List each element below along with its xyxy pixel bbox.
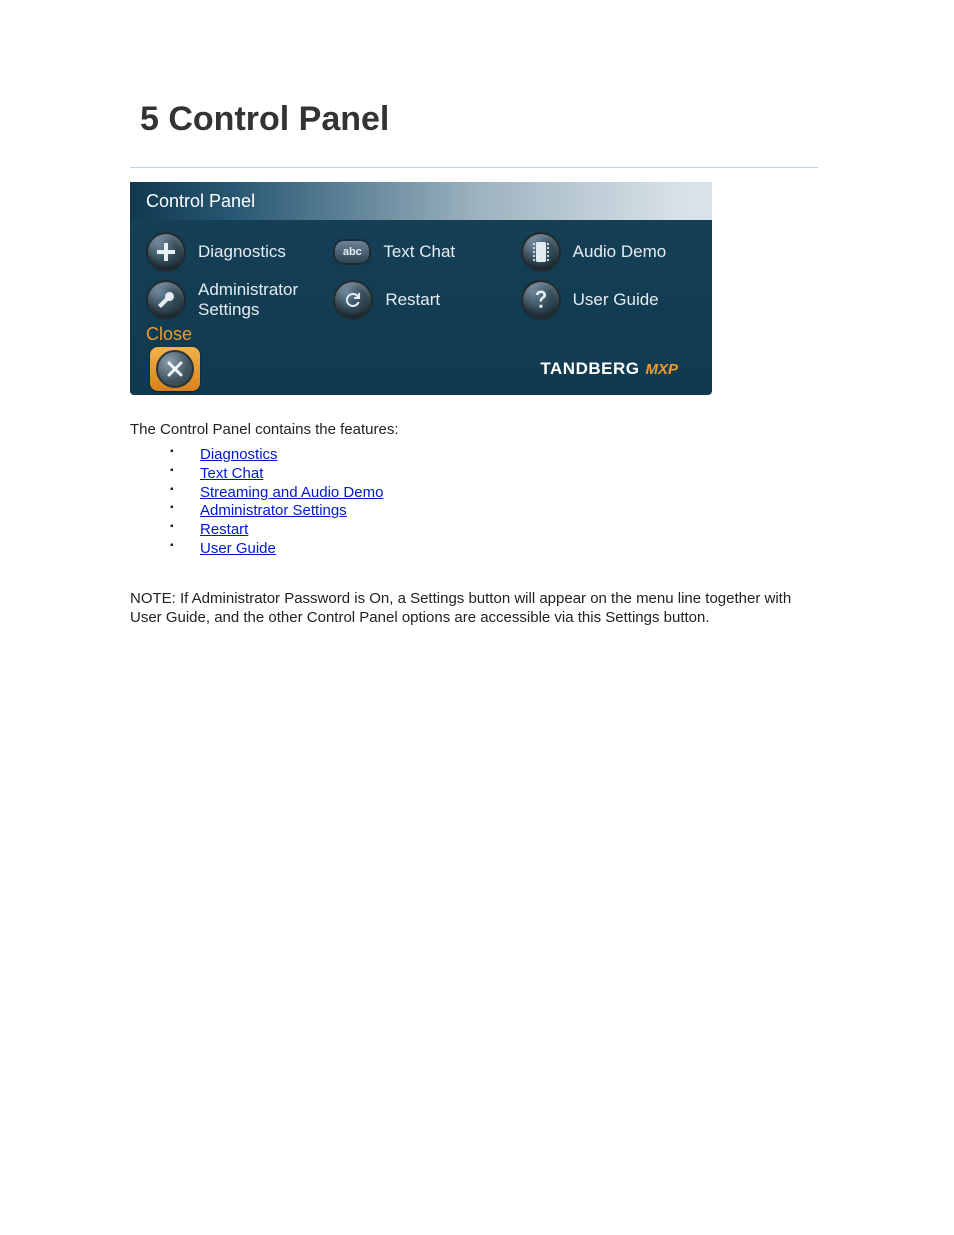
control-panel-title: Control Panel	[146, 191, 255, 212]
panel-item-label: Diagnostics	[198, 242, 286, 262]
close-section: Close TANDBERG MXP	[140, 324, 702, 391]
film-icon	[521, 232, 561, 272]
control-panel-header: Control Panel	[130, 182, 712, 220]
link-restart[interactable]: Restart	[200, 521, 248, 538]
close-button[interactable]	[150, 347, 200, 391]
close-icon	[156, 350, 194, 388]
list-item: Restart	[170, 521, 770, 540]
note-text: NOTE: If Administrator Password is On, a…	[130, 589, 810, 628]
link-text-chat[interactable]: Text Chat	[200, 465, 263, 482]
list-item: User Guide	[170, 540, 770, 559]
intro-text: The Control Panel contains the features:	[130, 421, 780, 438]
chapter-title: 5 Control Panel	[140, 100, 884, 139]
panel-item-user-guide[interactable]: User Guide	[515, 276, 702, 324]
panel-item-diagnostics[interactable]: Diagnostics	[140, 228, 327, 276]
panel-item-label: Text Chat	[383, 242, 455, 262]
brand-sub: MXP	[645, 361, 678, 378]
brand-name: TANDBERG	[540, 359, 639, 379]
list-item: Text Chat	[170, 465, 770, 484]
link-diagnostics[interactable]: Diagnostics	[200, 446, 278, 463]
refresh-icon	[333, 280, 373, 320]
control-panel-screenshot: Control Panel Diagnostics abc Text Chat	[130, 182, 712, 395]
horizontal-rule	[130, 167, 818, 168]
feature-link-list: Diagnostics Text Chat Streaming and Audi…	[170, 446, 770, 559]
link-administrator-settings[interactable]: Administrator Settings	[200, 502, 347, 519]
panel-item-label: User Guide	[573, 290, 659, 310]
wrench-icon	[146, 280, 186, 320]
panel-item-restart[interactable]: Restart	[327, 276, 514, 324]
plus-icon	[146, 232, 186, 272]
link-streaming-audio-demo[interactable]: Streaming and Audio Demo	[200, 484, 383, 501]
list-item: Diagnostics	[170, 446, 770, 465]
link-user-guide[interactable]: User Guide	[200, 540, 276, 557]
list-item: Administrator Settings	[170, 502, 770, 521]
panel-item-label: Audio Demo	[573, 242, 667, 262]
panel-item-audio-demo[interactable]: Audio Demo	[515, 228, 702, 276]
panel-item-label: Administrator Settings	[198, 280, 298, 319]
close-label: Close	[140, 324, 702, 347]
panel-item-label: Restart	[385, 290, 440, 310]
panel-item-admin-settings[interactable]: Administrator Settings	[140, 276, 327, 324]
list-item: Streaming and Audio Demo	[170, 484, 770, 503]
question-icon	[521, 280, 561, 320]
panel-item-text-chat[interactable]: abc Text Chat	[327, 228, 514, 276]
brand-logo: TANDBERG MXP	[540, 359, 702, 379]
abc-icon: abc	[333, 239, 371, 265]
